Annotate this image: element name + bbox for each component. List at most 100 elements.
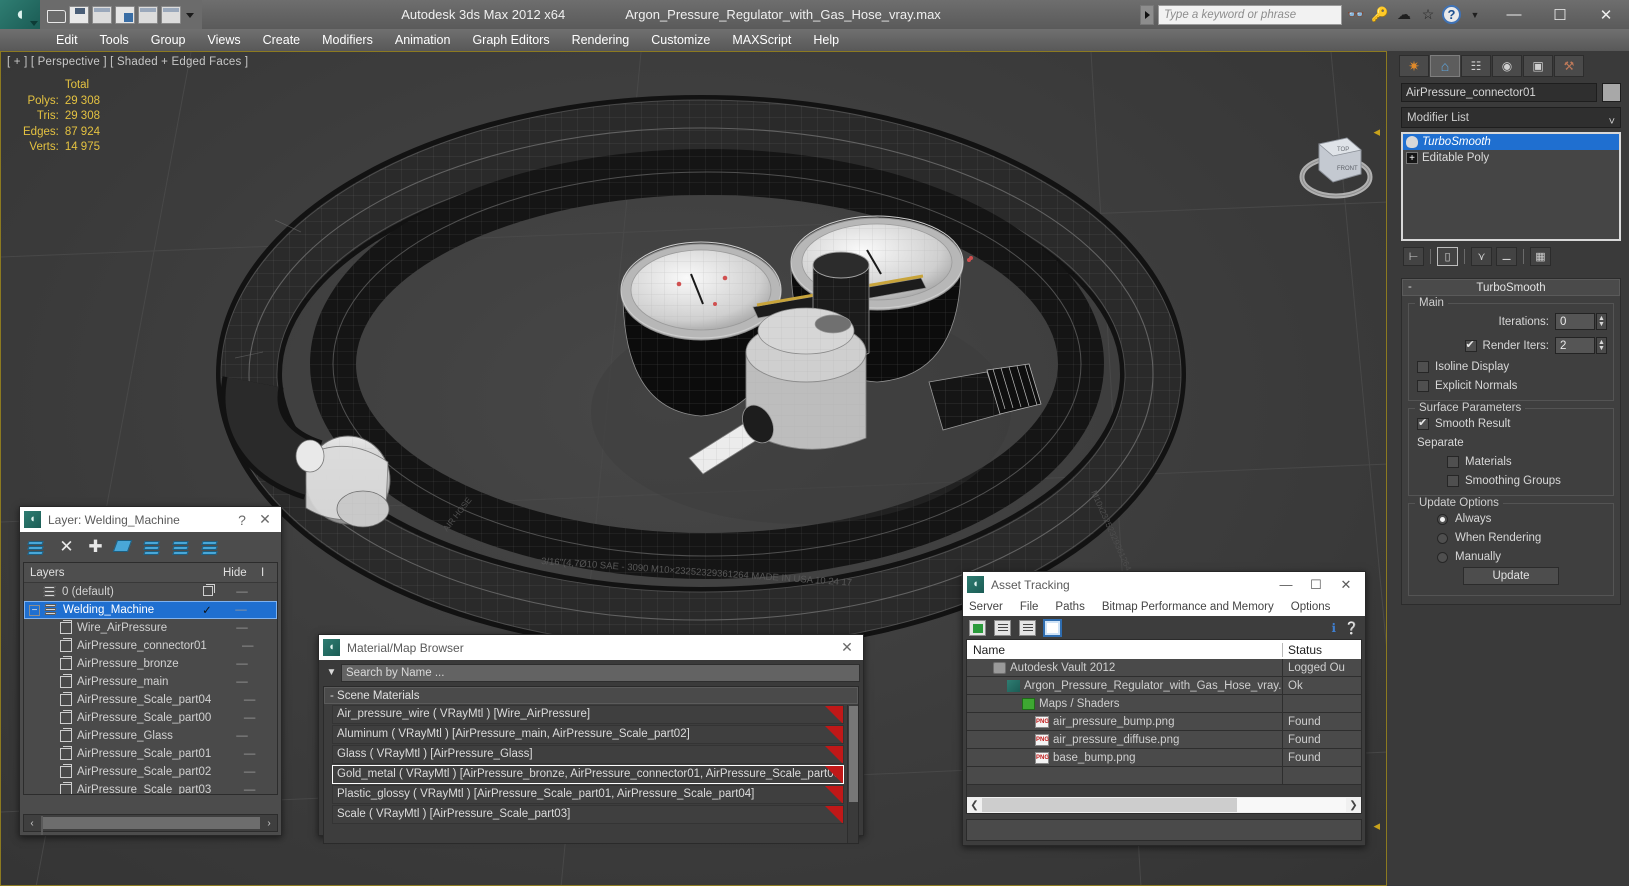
object-color-swatch[interactable]: [1602, 83, 1621, 102]
layer-hide-toggle[interactable]: —: [223, 658, 261, 670]
menu-tools[interactable]: Tools: [89, 29, 140, 51]
tab-motion[interactable]: ◉: [1492, 55, 1522, 77]
minimize-button[interactable]: —: [1271, 577, 1301, 592]
layer-row-object[interactable]: AirPressure_Scale_part03 —: [24, 781, 277, 794]
scene-materials-group-header[interactable]: - Scene Materials: [324, 687, 858, 704]
show-end-result-icon[interactable]: ▯: [1437, 247, 1458, 266]
material-item-selected[interactable]: Gold_metal ( VRayMtl ) [AirPressure_bron…: [332, 765, 844, 784]
close-button[interactable]: ✕: [1331, 577, 1361, 593]
layer-hide-toggle[interactable]: —: [223, 730, 261, 742]
render-iters-spinner[interactable]: ▲ ▼: [1596, 337, 1607, 354]
material-list[interactable]: - Scene Materials Air_pressure_wire ( VR…: [323, 686, 859, 844]
menu-animation[interactable]: Animation: [384, 29, 462, 51]
close-button[interactable]: ✕: [1583, 0, 1629, 29]
asset-tracking-window[interactable]: ◖ Asset Tracking — ☐ ✕ Server File Paths…: [962, 571, 1366, 846]
layer-hide-toggle[interactable]: —: [235, 712, 265, 724]
layer-row-object[interactable]: AirPressure_main —: [24, 673, 277, 691]
layer-hide-toggle[interactable]: —: [232, 640, 264, 652]
material-item[interactable]: Air_pressure_wire ( VRayMtl ) [Wire_AirP…: [332, 705, 844, 724]
iterations-input[interactable]: 0: [1555, 313, 1595, 330]
minimize-button[interactable]: —: [1491, 0, 1537, 29]
layer-hide-toggle[interactable]: —: [235, 784, 265, 794]
help-icon[interactable]: ?: [231, 512, 253, 528]
layer-row-object[interactable]: AirPressure_Scale_part00 —: [24, 709, 277, 727]
maximize-button[interactable]: ☐: [1301, 577, 1331, 593]
scroll-left-icon[interactable]: ❮: [967, 800, 982, 811]
tab-modify[interactable]: ⌂: [1430, 55, 1460, 77]
asset-row[interactable]: PNG air_pressure_diffuse.png Found: [967, 730, 1361, 749]
material-item[interactable]: Scale ( VRayMtl ) [AirPressure_Scale_par…: [332, 805, 844, 824]
help-question-icon[interactable]: ❔: [1344, 621, 1359, 635]
layer-row-object[interactable]: AirPressure_Scale_part02 —: [24, 763, 277, 781]
material-list-scrollbar[interactable]: [847, 705, 858, 843]
smoothing-groups-checkbox[interactable]: [1447, 475, 1459, 487]
layer-current-check[interactable]: ✓: [192, 603, 222, 617]
layer-hide-toggle[interactable]: —: [222, 604, 260, 616]
menu-maxscript[interactable]: MAXScript: [721, 29, 802, 51]
stack-item-editable-poly[interactable]: + Editable Poly: [1403, 150, 1619, 166]
add-layer-icon[interactable]: ✚: [86, 538, 105, 556]
redo-icon[interactable]: [138, 5, 158, 24]
layer-row-object[interactable]: Wire_AirPressure —: [24, 619, 277, 637]
layer-hide-toggle[interactable]: —: [235, 694, 265, 706]
iterations-spinner[interactable]: ▲ ▼: [1596, 313, 1607, 330]
scroll-right-icon[interactable]: ›: [261, 818, 277, 829]
asset-row[interactable]: PNG air_pressure_bump.png Found: [967, 712, 1361, 731]
refresh-icon[interactable]: [969, 619, 986, 636]
layer-hide-toggle[interactable]: —: [235, 748, 265, 760]
menu-modifiers[interactable]: Modifiers: [311, 29, 384, 51]
layer-list[interactable]: Layers Hide I 0 (default) — − Welding_Ma…: [23, 562, 278, 795]
layer-dialog[interactable]: ◖ Layer: Welding_Machine ? ✕ ✕ ✚ Layers …: [19, 506, 282, 836]
material-item[interactable]: Glass ( VRayMtl ) [AirPressure_Glass]: [332, 745, 844, 764]
scroll-right-icon[interactable]: ❯: [1346, 800, 1361, 811]
expand-plus-icon[interactable]: +: [1406, 152, 1418, 164]
smooth-result-checkbox[interactable]: [1417, 416, 1429, 430]
materials-checkbox[interactable]: [1447, 456, 1459, 468]
menu-rendering[interactable]: Rendering: [561, 29, 641, 51]
layer-hide-toggle[interactable]: —: [235, 766, 265, 778]
asset-menu-options[interactable]: Options: [1291, 601, 1331, 613]
layer-row-default[interactable]: 0 (default) —: [24, 583, 277, 601]
pin-stack-icon[interactable]: ⊢: [1403, 247, 1424, 266]
object-name-input[interactable]: AirPressure_connector01: [1401, 83, 1597, 102]
set-project-folder-icon[interactable]: [115, 5, 135, 24]
panel-collapse-arrow-top-icon[interactable]: ◂: [1373, 124, 1380, 140]
maximize-button[interactable]: ☐: [1537, 0, 1583, 29]
app-menu-button[interactable]: ◖: [0, 0, 40, 29]
asset-menu-bitmap[interactable]: Bitmap Performance and Memory: [1102, 601, 1274, 613]
grid-view-icon[interactable]: [1043, 618, 1062, 637]
satellite-dish-icon[interactable]: ☁: [1394, 6, 1414, 23]
create-new-layer-icon[interactable]: [27, 538, 47, 556]
modifier-list-dropdown[interactable]: Modifier List ˅: [1401, 107, 1621, 128]
layer-hide-toggle[interactable]: —: [223, 676, 261, 688]
update-always-radio[interactable]: [1437, 513, 1448, 525]
save-file-icon[interactable]: [69, 5, 89, 24]
configure-modifier-sets-icon[interactable]: ▦: [1530, 247, 1551, 266]
close-icon[interactable]: ✕: [253, 511, 277, 528]
asset-row[interactable]: PNG base_bump.png Found: [967, 748, 1361, 767]
help-pointer-icon[interactable]: ℹ: [1331, 621, 1336, 635]
open-file-icon[interactable]: [46, 5, 66, 24]
binoculars-icon[interactable]: 👓: [1346, 6, 1366, 23]
layer-row-object[interactable]: AirPressure_Scale_part04 —: [24, 691, 277, 709]
highlight-selected-objects-icon[interactable]: [172, 538, 192, 556]
layer-current-box[interactable]: [193, 583, 223, 599]
layer-row-object[interactable]: AirPressure_Scale_part01 —: [24, 745, 277, 763]
tab-display[interactable]: ▣: [1523, 55, 1553, 77]
asset-row[interactable]: Maps / Shaders: [967, 694, 1361, 713]
filter-dropdown-icon[interactable]: ▼: [322, 667, 341, 678]
lightbulb-icon[interactable]: [1406, 136, 1418, 148]
infocenter-expand-icon[interactable]: [1140, 4, 1154, 25]
stack-item-turbosmooth[interactable]: TurboSmooth: [1403, 134, 1619, 150]
menu-create[interactable]: Create: [252, 29, 312, 51]
material-map-browser[interactable]: ◖ Material/Map Browser ✕ ▼ Search by Nam…: [318, 634, 864, 844]
select-objects-in-layer-icon[interactable]: [112, 538, 134, 556]
collapse-expander-icon[interactable]: −: [29, 604, 40, 616]
asset-menu-file[interactable]: File: [1020, 601, 1039, 613]
layer-row-object[interactable]: AirPressure_connector01 —: [24, 637, 277, 655]
scrollbar-track[interactable]: [982, 798, 1346, 812]
layer-row-welding-machine[interactable]: − Welding_Machine ✓ —: [24, 601, 277, 619]
asset-menu-server[interactable]: Server: [969, 601, 1003, 613]
help-chevron-down-icon[interactable]: ▼: [1465, 10, 1485, 20]
layer-hide-toggle[interactable]: —: [223, 622, 261, 634]
